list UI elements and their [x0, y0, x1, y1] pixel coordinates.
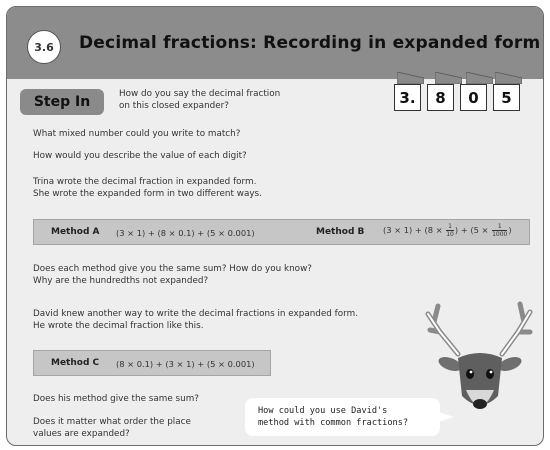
question-line: values are expanded? [33, 429, 130, 439]
question-line: on this closed expander? [119, 101, 229, 111]
method-c-label: Method C [51, 358, 100, 368]
method-a-expression: (3 × 1) + (8 × 0.1) + (5 × 0.001) [116, 228, 255, 238]
question-line: Why are the hundredths not expanded? [33, 276, 209, 286]
question-line: Does each method give you the same sum? … [33, 264, 312, 274]
fraction-tenths: 1 10 [446, 223, 454, 238]
expander-digit: 0 [460, 84, 487, 111]
page-title: Decimal fractions: Recording in expanded… [79, 33, 541, 53]
paragraph-line: Trina wrote the decimal fraction in expa… [33, 177, 257, 187]
page: 3.6 Decimal fractions: Recording in expa… [0, 0, 550, 450]
method-a-label: Method A [51, 227, 100, 237]
expander-fold-icon [397, 72, 424, 84]
question-david-sum: Does his method give the same sum? [33, 394, 199, 404]
trina-paragraph: Trina wrote the decimal fraction in expa… [33, 176, 262, 200]
question-mixed-number: What mixed number could you write to mat… [33, 129, 241, 139]
expander-fold-icon [435, 72, 462, 84]
method-b-part: ) [508, 225, 512, 235]
paragraph-line: He wrote the decimal fraction like this. [33, 321, 204, 331]
paragraph-line: David knew another way to write the deci… [33, 309, 358, 319]
decimal-expander: 3. 8 0 5 [382, 72, 524, 112]
fraction-denominator: 1000 [492, 231, 508, 238]
method-b-label: Method B [316, 227, 365, 237]
expander-fold-icon [466, 72, 493, 84]
method-b-part: ) + (5 × [454, 225, 492, 235]
expander-digit: 3. [394, 84, 421, 111]
fraction-denominator: 10 [446, 231, 454, 238]
speech-line: method with common fractions? [258, 418, 409, 428]
question-order: Does it matter what order the place valu… [33, 416, 191, 440]
fraction-numerator: 1 [446, 223, 454, 231]
reindeer-icon [425, 301, 533, 409]
question-line: How do you say the decimal fraction [119, 89, 281, 99]
method-c-expression: (8 × 0.1) + (3 × 1) + (5 × 0.001) [116, 359, 255, 369]
fraction-numerator: 1 [492, 223, 508, 231]
speech-line: How could you use David's [258, 406, 388, 416]
fraction-thousandths: 1 1000 [492, 223, 508, 238]
method-b-part: (3 × 1) + (8 × [383, 225, 446, 235]
step-in-label: Step In [20, 89, 104, 115]
paragraph-line: She wrote the expanded form in two diffe… [33, 189, 262, 199]
expander-fold-icon [495, 72, 522, 84]
question-line: Does it matter what order the place [33, 417, 191, 427]
expander-digit: 8 [427, 84, 454, 111]
lesson-number-badge: 3.6 [27, 30, 61, 64]
expander-digit: 5 [493, 84, 520, 111]
question-digit-value: How would you describe the value of each… [33, 151, 247, 161]
speech-text: How could you use David's method with co… [258, 405, 408, 429]
method-b-expression: (3 × 1) + (8 × 1 10) + (5 × 1 1000) [383, 223, 512, 238]
question-expander: How do you say the decimal fraction on t… [119, 88, 280, 112]
question-same-sum: Does each method give you the same sum? … [33, 263, 312, 287]
david-paragraph: David knew another way to write the deci… [33, 308, 358, 332]
